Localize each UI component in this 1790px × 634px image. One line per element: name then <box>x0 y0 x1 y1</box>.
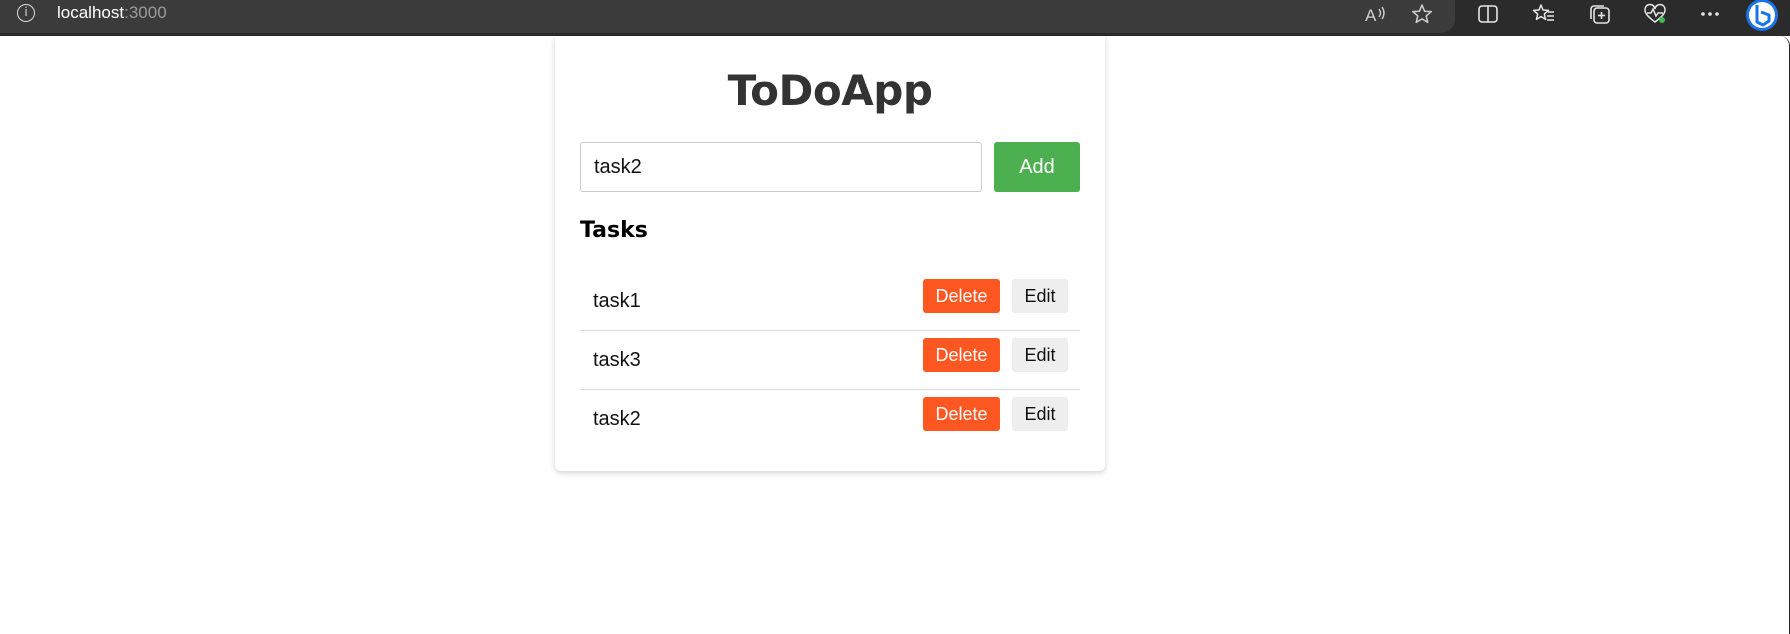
task-name: task3 <box>593 349 641 371</box>
task-row: task3 Delete Edit <box>580 331 1080 390</box>
edit-button[interactable]: Edit <box>1012 397 1068 431</box>
browser-toolbar: i localhost:3000 A <box>0 0 1790 36</box>
task-row: task2 Delete Edit <box>580 390 1080 449</box>
tasks-heading: Tasks <box>580 218 648 243</box>
browser-essentials-icon[interactable] <box>1638 0 1672 28</box>
collections-icon[interactable] <box>1583 0 1617 28</box>
split-screen-icon[interactable] <box>1471 0 1505 28</box>
edit-button[interactable]: Edit <box>1012 338 1068 372</box>
url-host: localhost <box>57 3 125 22</box>
url-text[interactable]: localhost:3000 <box>57 3 167 23</box>
task-name: task2 <box>593 408 641 430</box>
favorite-star-icon[interactable] <box>1405 0 1439 28</box>
site-info-icon[interactable]: i <box>17 4 35 22</box>
delete-button[interactable]: Delete <box>923 338 1000 372</box>
delete-button[interactable]: Delete <box>923 279 1000 313</box>
read-aloud-icon[interactable]: A <box>1358 0 1392 28</box>
more-icon[interactable] <box>1693 0 1727 28</box>
edit-button[interactable]: Edit <box>1012 279 1068 313</box>
todo-card: ToDoApp Add Tasks task1 Delete Edit task… <box>555 36 1105 471</box>
favorites-icon[interactable] <box>1527 0 1561 28</box>
address-bar[interactable]: i localhost:3000 <box>0 0 1455 33</box>
svg-text:A: A <box>1365 6 1377 24</box>
task-list: task1 Delete Edit task3 Delete Edit task… <box>580 272 1080 449</box>
copilot-icon[interactable] <box>1742 0 1782 34</box>
task-row: task1 Delete Edit <box>580 272 1080 331</box>
task-name: task1 <box>593 290 641 312</box>
add-button[interactable]: Add <box>994 142 1080 192</box>
task-input[interactable] <box>580 142 982 192</box>
page-title: ToDoApp <box>727 66 933 115</box>
url-port: :3000 <box>124 3 167 22</box>
delete-button[interactable]: Delete <box>923 397 1000 431</box>
